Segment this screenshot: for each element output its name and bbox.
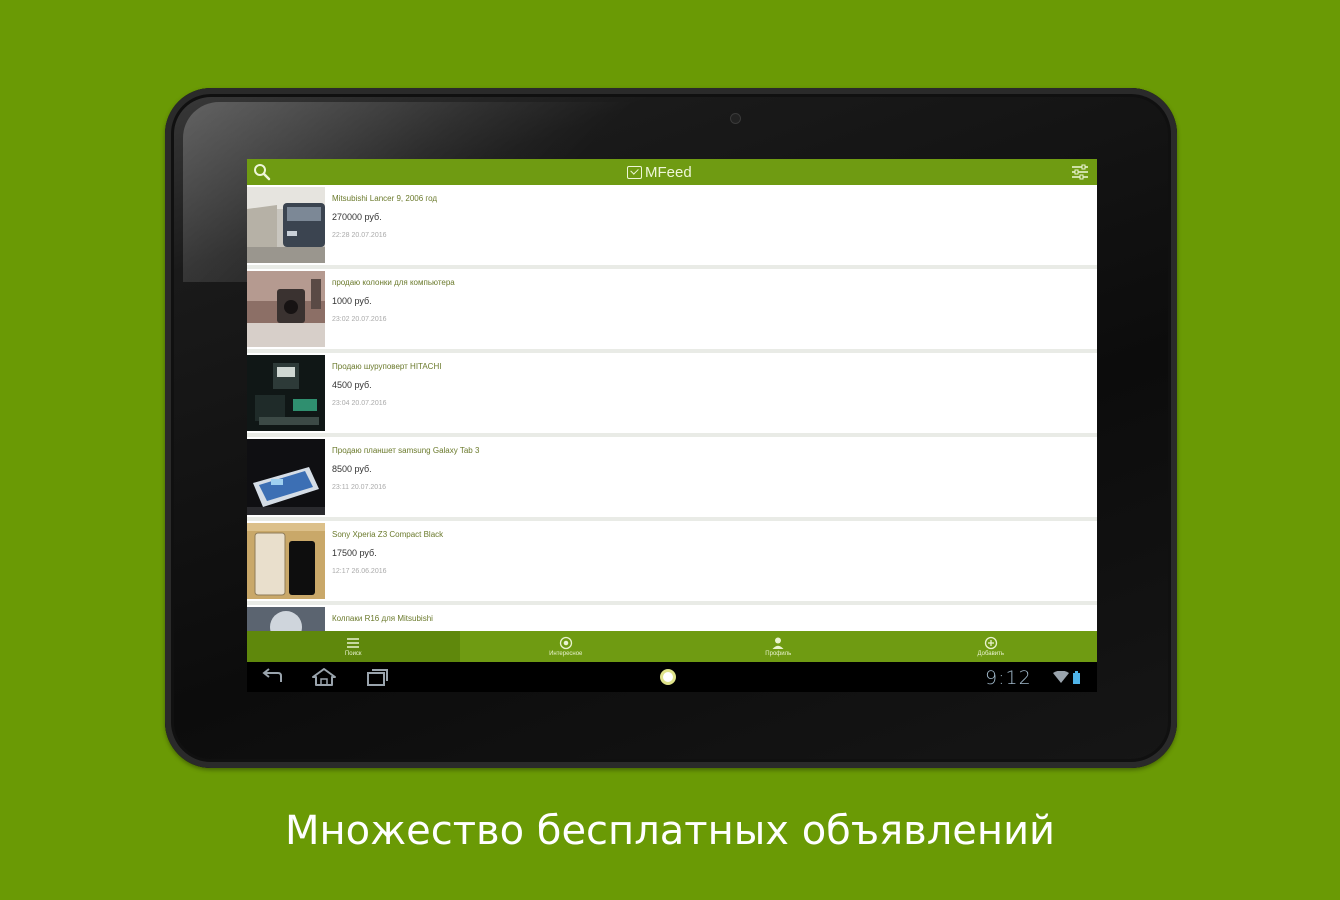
filter-settings-icon[interactable] bbox=[1071, 164, 1089, 180]
plus-circle-icon bbox=[984, 636, 997, 650]
list-item[interactable]: продаю колонки для компьютера 1000 руб. … bbox=[247, 269, 1097, 353]
person-icon bbox=[772, 637, 784, 649]
listing-title: Колпаки R16 для Mitsubishi bbox=[332, 614, 433, 623]
listing-price: 270000 руб. bbox=[332, 212, 382, 222]
list-item[interactable]: Продаю планшет samsung Galaxy Tab 3 8500… bbox=[247, 437, 1097, 521]
status-icons bbox=[1053, 671, 1080, 684]
listing-title: Продаю планшет samsung Galaxy Tab 3 bbox=[332, 446, 480, 455]
listing-photo-tablet bbox=[247, 439, 325, 515]
app-logo-icon bbox=[627, 165, 642, 179]
app-title-text: MFeed bbox=[645, 163, 692, 181]
listing-price: 17500 руб. bbox=[332, 548, 377, 558]
recent-apps-icon[interactable] bbox=[365, 668, 391, 686]
app-top-bar: MFeed bbox=[247, 159, 1097, 185]
listing-photo-drill bbox=[247, 355, 325, 431]
wifi-icon bbox=[1053, 671, 1069, 683]
listing-date: 23:02 20.07.2016 bbox=[332, 316, 387, 323]
launcher-dot-icon[interactable] bbox=[660, 669, 676, 685]
tab-interesting[interactable]: Интересное bbox=[460, 631, 673, 662]
listing-price: 8500 руб. bbox=[332, 464, 372, 474]
listing-title: Mitsubishi Lancer 9, 2006 год bbox=[332, 194, 438, 203]
list-icon bbox=[347, 638, 360, 648]
list-item[interactable]: Продаю шуруповерт HITACHI 4500 руб. 23:0… bbox=[247, 353, 1097, 437]
tab-label: Добавить bbox=[977, 651, 1005, 657]
listing-date: 22:28 20.07.2016 bbox=[332, 232, 387, 239]
clock: 9:12 bbox=[985, 667, 1032, 689]
list-item[interactable]: Колпаки R16 для Mitsubishi bbox=[247, 605, 1097, 631]
list-item[interactable]: Mitsubishi Lancer 9, 2006 год 270000 руб… bbox=[247, 185, 1097, 269]
tab-search[interactable]: Поиск bbox=[247, 631, 460, 662]
listing-date: 23:11 20.07.2016 bbox=[332, 484, 386, 491]
listings-list: Mitsubishi Lancer 9, 2006 год 270000 руб… bbox=[247, 185, 1097, 631]
listing-price: 1000 руб. bbox=[332, 296, 372, 306]
tab-label: Поиск bbox=[344, 651, 362, 657]
star-circle-icon bbox=[559, 636, 572, 650]
listing-price: 4500 руб. bbox=[332, 380, 372, 390]
tab-label: Профиль bbox=[765, 651, 792, 657]
battery-icon bbox=[1073, 671, 1080, 684]
listing-title: Продаю шуруповерт HITACHI bbox=[332, 362, 442, 371]
tab-add[interactable]: Добавить bbox=[885, 631, 1098, 662]
tab-label: Интересное bbox=[549, 651, 583, 657]
listing-photo-phone bbox=[247, 523, 325, 599]
listing-photo-car bbox=[247, 187, 325, 263]
listing-date: 12:17 26.06.2016 bbox=[332, 568, 387, 575]
listing-photo-speakers bbox=[247, 271, 325, 347]
tab-profile[interactable]: Профиль bbox=[672, 631, 885, 662]
search-icon[interactable] bbox=[253, 163, 271, 181]
listing-photo-wheel-caps bbox=[247, 607, 325, 631]
promo-caption: Множество бесплатных объявлений bbox=[284, 808, 1056, 854]
bottom-tab-bar: Поиск Интересное Профиль Добавить bbox=[247, 631, 1097, 662]
camera-lens bbox=[731, 114, 740, 123]
app-title: MFeed bbox=[627, 162, 692, 182]
listing-date: 23:04 20.07.2016 bbox=[332, 400, 387, 407]
tablet-screen: MFeed Mitsubishi Lancer 9, 2006 год 2700… bbox=[247, 159, 1097, 692]
listing-title: продаю колонки для компьютера bbox=[332, 278, 455, 287]
home-icon[interactable] bbox=[311, 668, 337, 686]
list-item[interactable]: Sony Xperia Z3 Compact Black 17500 руб. … bbox=[247, 521, 1097, 605]
system-bar: 9:12 bbox=[247, 662, 1097, 692]
back-icon[interactable] bbox=[259, 668, 285, 686]
listing-title: Sony Xperia Z3 Compact Black bbox=[332, 530, 444, 539]
